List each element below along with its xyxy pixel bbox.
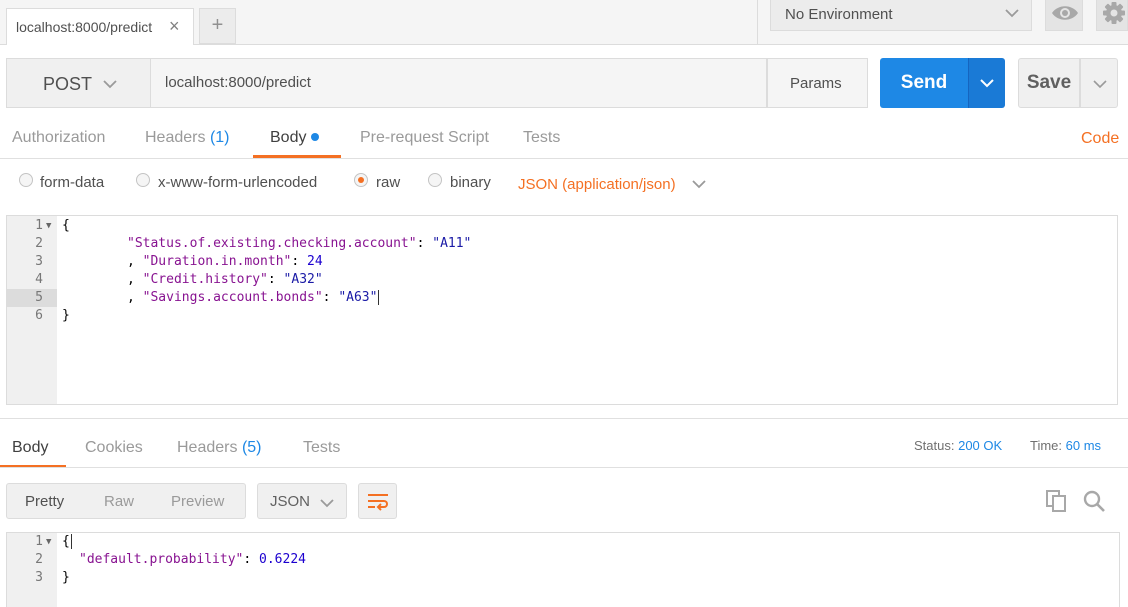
line-number: 1 (35, 218, 43, 233)
url-value: localhost:8000/predict (165, 74, 311, 91)
response-view-mode-group: Pretty Raw Preview (6, 483, 246, 519)
method-label: POST (43, 74, 93, 94)
new-tab-button[interactable]: + (199, 8, 236, 44)
content-type-label: JSON (application/json) (518, 176, 676, 193)
line-number: 1 (35, 534, 43, 549)
response-tab-tests[interactable]: Tests (303, 439, 340, 457)
gear-icon (1103, 2, 1125, 24)
response-tab-cookies[interactable]: Cookies (85, 439, 143, 457)
code-line: "default.probability": 0.6224 (79, 552, 306, 567)
copy-icon[interactable] (1045, 489, 1069, 513)
code-line: } (62, 308, 70, 323)
tab-tests[interactable]: Tests (523, 129, 560, 147)
tab-body[interactable]: Body (270, 129, 320, 147)
time-value: 60 ms (1065, 438, 1102, 453)
request-tab-title: localhost:8000/predict (16, 19, 153, 35)
code-line: { (62, 218, 70, 233)
line-number: 2 (35, 236, 43, 251)
code-line: { (62, 534, 72, 549)
tab-body-label: Body (270, 129, 307, 146)
fold-arrow-icon[interactable]: ▼ (46, 221, 51, 231)
radio-urlencoded[interactable] (136, 173, 150, 187)
code-link[interactable]: Code (1081, 130, 1119, 148)
line-number: 3 (35, 570, 43, 585)
send-button[interactable]: Send (880, 58, 968, 108)
params-button[interactable]: Params (767, 58, 868, 108)
fold-arrow-icon[interactable]: ▼ (46, 537, 51, 547)
radio-binary[interactable] (428, 173, 442, 187)
line-number: 5 (35, 290, 43, 305)
tab-headers-label: Headers (145, 129, 206, 146)
response-tabs-divider (0, 467, 1128, 468)
chevron-down-icon (103, 80, 117, 89)
tabs-divider (0, 158, 1128, 159)
view-pretty-button[interactable]: Pretty (25, 493, 64, 510)
chevron-down-icon[interactable] (690, 176, 708, 192)
request-tab[interactable]: localhost:8000/predict × (6, 8, 194, 45)
wrap-lines-button[interactable] (358, 483, 397, 519)
text-cursor (378, 290, 380, 305)
binary-label[interactable]: binary (450, 174, 491, 191)
settings-button[interactable] (1096, 0, 1128, 31)
send-options-button[interactable] (968, 58, 1005, 108)
code-line: , "Duration.in.month": 24 (127, 254, 323, 269)
chevron-down-icon (980, 79, 994, 88)
urlencoded-label[interactable]: x-www-form-urlencoded (158, 174, 317, 191)
code-line: , "Savings.account.bonds": "A63" (127, 290, 380, 305)
raw-label[interactable]: raw (376, 174, 400, 191)
response-headers-label: Headers (177, 439, 238, 456)
save-options-button[interactable] (1080, 58, 1118, 108)
line-number: 6 (35, 308, 43, 323)
status-value: 200 OK (958, 438, 1003, 453)
save-button[interactable]: Save (1018, 58, 1080, 108)
code-line: } (62, 570, 70, 585)
tab-authorization[interactable]: Authorization (12, 129, 105, 147)
response-headers-count: (5) (241, 439, 262, 456)
code-line: "Status.of.existing.checking.account": "… (127, 236, 472, 251)
response-body-viewer[interactable]: 1 ▼ 2 3 { "default.probability": 0.6224 … (6, 532, 1120, 607)
form-data-label[interactable]: form-data (40, 174, 104, 191)
eye-icon (1052, 6, 1078, 20)
headers-count-badge: (1) (209, 129, 230, 146)
tab-prerequest-script[interactable]: Pre-request Script (360, 129, 489, 147)
view-raw-button[interactable]: Raw (104, 493, 134, 510)
environment-selector[interactable]: No Environment (770, 0, 1032, 31)
radio-raw[interactable] (354, 173, 368, 187)
wrap-lines-icon (368, 494, 388, 511)
tab-headers[interactable]: Headers (1) (145, 129, 230, 147)
body-modified-dot (311, 132, 320, 141)
close-tab-icon[interactable]: × (169, 16, 180, 37)
environment-selected: No Environment (785, 6, 893, 23)
line-number: 4 (35, 272, 43, 287)
request-body-editor[interactable]: 1 ▼ 2 3 4 5 6 { "Status.of.existing.chec… (6, 215, 1118, 405)
method-selector[interactable]: POST (6, 58, 151, 108)
content-type-selector[interactable]: JSON (application/json) (518, 176, 676, 193)
time-readout: Time: 60 ms (1030, 438, 1102, 453)
response-divider (0, 418, 1128, 419)
response-format-label: JSON (270, 493, 311, 510)
chevron-down-icon (1005, 9, 1019, 18)
response-tab-headers[interactable]: Headers (5) (177, 439, 262, 457)
chevron-down-icon (1093, 80, 1107, 89)
line-number: 3 (35, 254, 43, 269)
chevron-down-icon (320, 499, 334, 508)
environment-quick-look-button[interactable] (1045, 0, 1083, 31)
status-readout: Status: 200 OK (914, 438, 1003, 453)
topbar-divider (757, 0, 758, 45)
url-input[interactable]: localhost:8000/predict (151, 58, 767, 108)
response-format-selector[interactable]: JSON (257, 483, 347, 519)
params-label: Params (790, 75, 842, 92)
radio-form-data[interactable] (19, 173, 33, 187)
response-tab-body[interactable]: Body (12, 439, 48, 457)
line-number: 2 (35, 552, 43, 567)
text-cursor (70, 534, 72, 549)
code-line: , "Credit.history": "A32" (127, 272, 323, 287)
search-icon[interactable] (1082, 489, 1106, 513)
view-preview-button[interactable]: Preview (171, 493, 224, 510)
